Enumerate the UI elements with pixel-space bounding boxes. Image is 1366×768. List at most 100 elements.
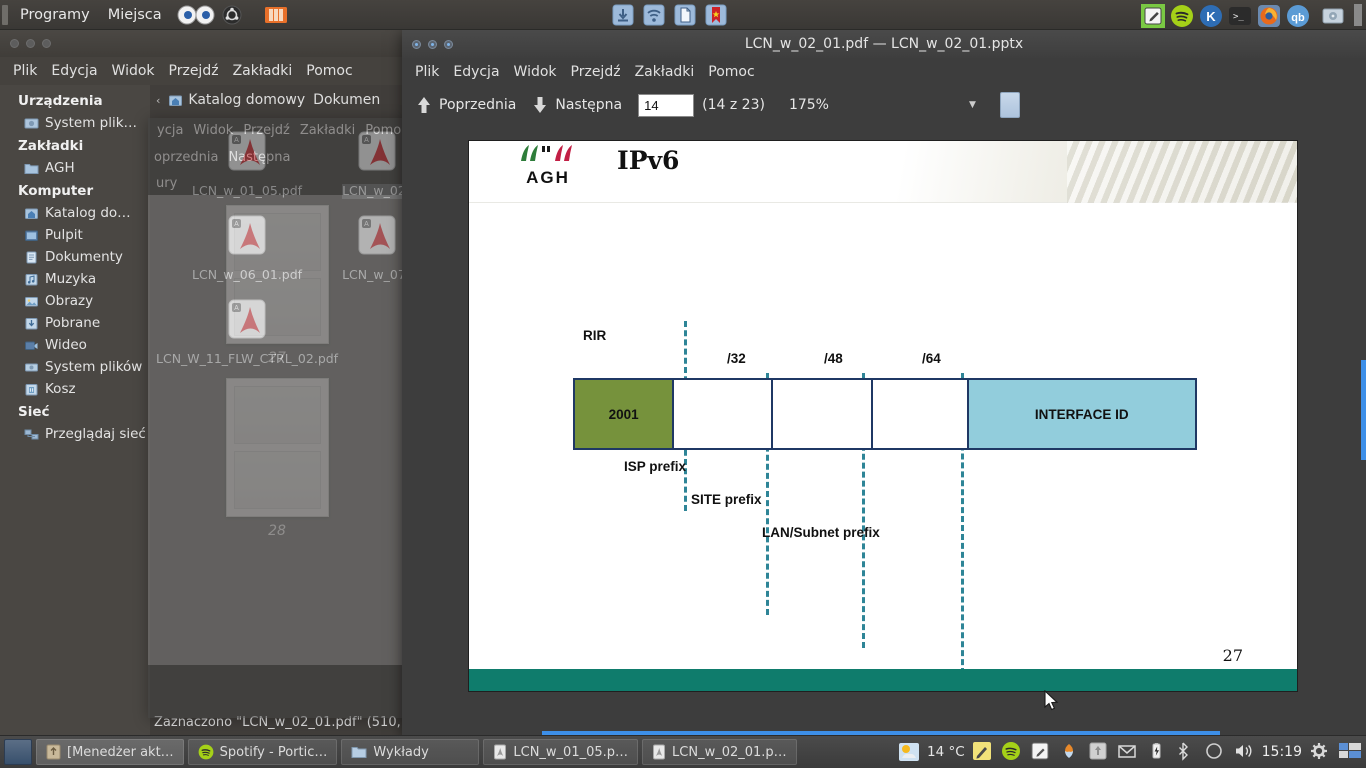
- file-roller-icon[interactable]: [263, 4, 289, 26]
- sidebar-label: System plików: [45, 359, 143, 375]
- menu-edycja[interactable]: Edycja: [446, 64, 506, 80]
- spotify-icon[interactable]: [1001, 741, 1023, 763]
- menu-widok[interactable]: Widok: [188, 123, 238, 138]
- file-manager-window-buttons[interactable]: [0, 39, 51, 48]
- sidebar-item-kosz[interactable]: Kosz: [0, 378, 150, 400]
- kde-icon[interactable]: K: [1199, 4, 1222, 27]
- sidebar-item-system-plikow[interactable]: System plików: [0, 356, 150, 378]
- taskbar-item-spotify[interactable]: Spotify - Portic…: [187, 739, 338, 765]
- breadcrumb-katalog-domowy[interactable]: Katalog domowy: [168, 92, 305, 108]
- settings-icon[interactable]: [1309, 741, 1331, 763]
- menu-edycja[interactable]: ycja: [152, 123, 188, 138]
- next-page-button[interactable]: Następna: [228, 150, 290, 165]
- previous-page-button[interactable]: Poprzednia: [412, 95, 528, 115]
- pdf-viewer-window[interactable]: LCN_w_02_01.pdf — LCN_w_02_01.pptx Plik …: [402, 30, 1366, 736]
- taskbar-item-lcn-02-01[interactable]: LCN_w_02_01.p…: [642, 739, 797, 765]
- sidebar-item-system-plik[interactable]: System plik…: [0, 112, 150, 134]
- next-page-button[interactable]: Następna: [528, 95, 634, 115]
- pdf-window-buttons[interactable]: [402, 39, 453, 49]
- sidebar-item-muzyka[interactable]: Muzyka: [0, 268, 150, 290]
- sidebar-item-obrazy[interactable]: Obrazy: [0, 290, 150, 312]
- show-desktop-button[interactable]: [4, 739, 32, 765]
- battery-icon[interactable]: [1146, 741, 1168, 763]
- terminal-icon[interactable]: >_: [1228, 4, 1251, 26]
- bookmark-icon[interactable]: [705, 4, 727, 26]
- workspace-switcher-icon[interactable]: [1338, 741, 1361, 763]
- menu-przejdz[interactable]: Przejdź: [564, 64, 628, 80]
- maximize-button[interactable]: [444, 39, 453, 49]
- bluetooth-icon[interactable]: [1175, 741, 1197, 763]
- eyes-icon[interactable]: [177, 4, 215, 26]
- menu-zakladki[interactable]: Zakładki: [295, 123, 360, 138]
- breadcrumb-label: Katalog domowy: [188, 92, 306, 108]
- text-editor-icon[interactable]: [1030, 741, 1052, 763]
- minimize-button[interactable]: [428, 39, 437, 49]
- menu-plik[interactable]: Plik: [6, 63, 44, 79]
- clock[interactable]: 15:19: [1262, 744, 1302, 760]
- thumbnails-panel[interactable]: 27 28: [148, 195, 406, 665]
- menu-pomoc[interactable]: Pomoc: [299, 63, 359, 79]
- close-button[interactable]: [10, 39, 19, 48]
- menu-plik[interactable]: Plik: [408, 64, 446, 80]
- thumbnails-panel-label: ury: [156, 176, 178, 191]
- chevron-down-icon[interactable]: ▼: [969, 100, 976, 110]
- menu-przejdz[interactable]: Przejdź: [238, 123, 294, 138]
- menu-przejdz[interactable]: Przejdź: [162, 63, 226, 79]
- pdf-page-canvas[interactable]: AGH IPv6 RIR /32 /48 /64 2001 INTERFACE …: [402, 140, 1366, 736]
- file-manager-titlebar[interactable]: [0, 30, 404, 57]
- sidebar-item-agh[interactable]: AGH: [0, 157, 150, 179]
- menu-pomoc[interactable]: Pomoc: [701, 64, 761, 80]
- sidebar-item-katalog-domowy[interactable]: Katalog do…: [0, 202, 150, 224]
- background-pdf-window[interactable]: ycja Widok Przejdź Zakładki Pomoc oprzed…: [148, 118, 408, 718]
- ubuntu-icon[interactable]: [221, 4, 243, 26]
- mail-icon[interactable]: [1117, 741, 1139, 763]
- menu-programy[interactable]: Programy: [11, 0, 99, 30]
- taskbar-item-lcn-01-05[interactable]: LCN_w_01_05.p…: [483, 739, 639, 765]
- menu-widok[interactable]: Widok: [105, 63, 162, 79]
- trash-icon: [24, 382, 39, 397]
- vertical-scrollbar[interactable]: [1361, 360, 1366, 460]
- breadcrumb-back-arrow[interactable]: ‹: [156, 94, 160, 107]
- sync-icon[interactable]: [1204, 741, 1226, 763]
- volume-icon[interactable]: [1233, 741, 1255, 763]
- thumbnail[interactable]: [225, 378, 329, 517]
- firefox-icon[interactable]: [1257, 4, 1280, 27]
- sidebar-item-dokumenty[interactable]: Dokumenty: [0, 246, 150, 268]
- download-icon[interactable]: [612, 4, 634, 26]
- thumbnail[interactable]: [225, 205, 329, 344]
- taskbar-item-wyklady[interactable]: Wykłady: [341, 739, 480, 765]
- pdf-viewer-titlebar[interactable]: LCN_w_02_01.pdf — LCN_w_02_01.pptx: [402, 30, 1366, 58]
- menu-edycja[interactable]: Edycja: [44, 63, 104, 79]
- view-mode-button[interactable]: [999, 92, 1020, 118]
- wifi-icon[interactable]: [643, 4, 665, 26]
- text-editor-icon[interactable]: [1141, 3, 1165, 28]
- prev-page-button[interactable]: oprzednia: [154, 150, 218, 165]
- sidebar-item-wideo[interactable]: Wideo: [0, 334, 150, 356]
- menu-miejsca[interactable]: Miejsca: [99, 0, 171, 30]
- disk-icon[interactable]: [1321, 4, 1344, 26]
- sidebar-item-przegladaj-siec[interactable]: Przeglądaj sieć: [0, 423, 150, 445]
- arrow-down-icon: [532, 95, 548, 115]
- maximize-button[interactable]: [42, 39, 51, 48]
- minimize-button[interactable]: [26, 39, 35, 48]
- spotify-icon[interactable]: [1170, 4, 1193, 27]
- menu-zakladki[interactable]: Zakładki: [628, 64, 702, 80]
- weather-icon[interactable]: [898, 741, 920, 763]
- network-icon: [24, 427, 39, 442]
- dropbox-icon[interactable]: [1059, 741, 1081, 763]
- document-icon[interactable]: [674, 4, 696, 26]
- taskbar-item-menedzer[interactable]: [Menedżer akt…: [36, 739, 184, 765]
- updates-icon[interactable]: [1088, 741, 1110, 763]
- menu-widok[interactable]: Widok: [507, 64, 564, 80]
- label-slash48: /48: [824, 351, 843, 366]
- sidebar-item-pobrane[interactable]: Pobrane: [0, 312, 150, 334]
- panel-edge-handle[interactable]: [1354, 3, 1362, 26]
- close-button[interactable]: [412, 39, 421, 49]
- menu-zakladki[interactable]: Zakładki: [226, 63, 300, 79]
- breadcrumb-dokumenty[interactable]: Dokumen: [313, 92, 380, 108]
- qbittorrent-icon[interactable]: qb: [1286, 4, 1309, 27]
- sidebar-item-pulpit[interactable]: Pulpit: [0, 224, 150, 246]
- panel-drag-handle[interactable]: [2, 4, 8, 25]
- page-number-input[interactable]: [638, 93, 695, 117]
- notes-icon[interactable]: [972, 741, 994, 763]
